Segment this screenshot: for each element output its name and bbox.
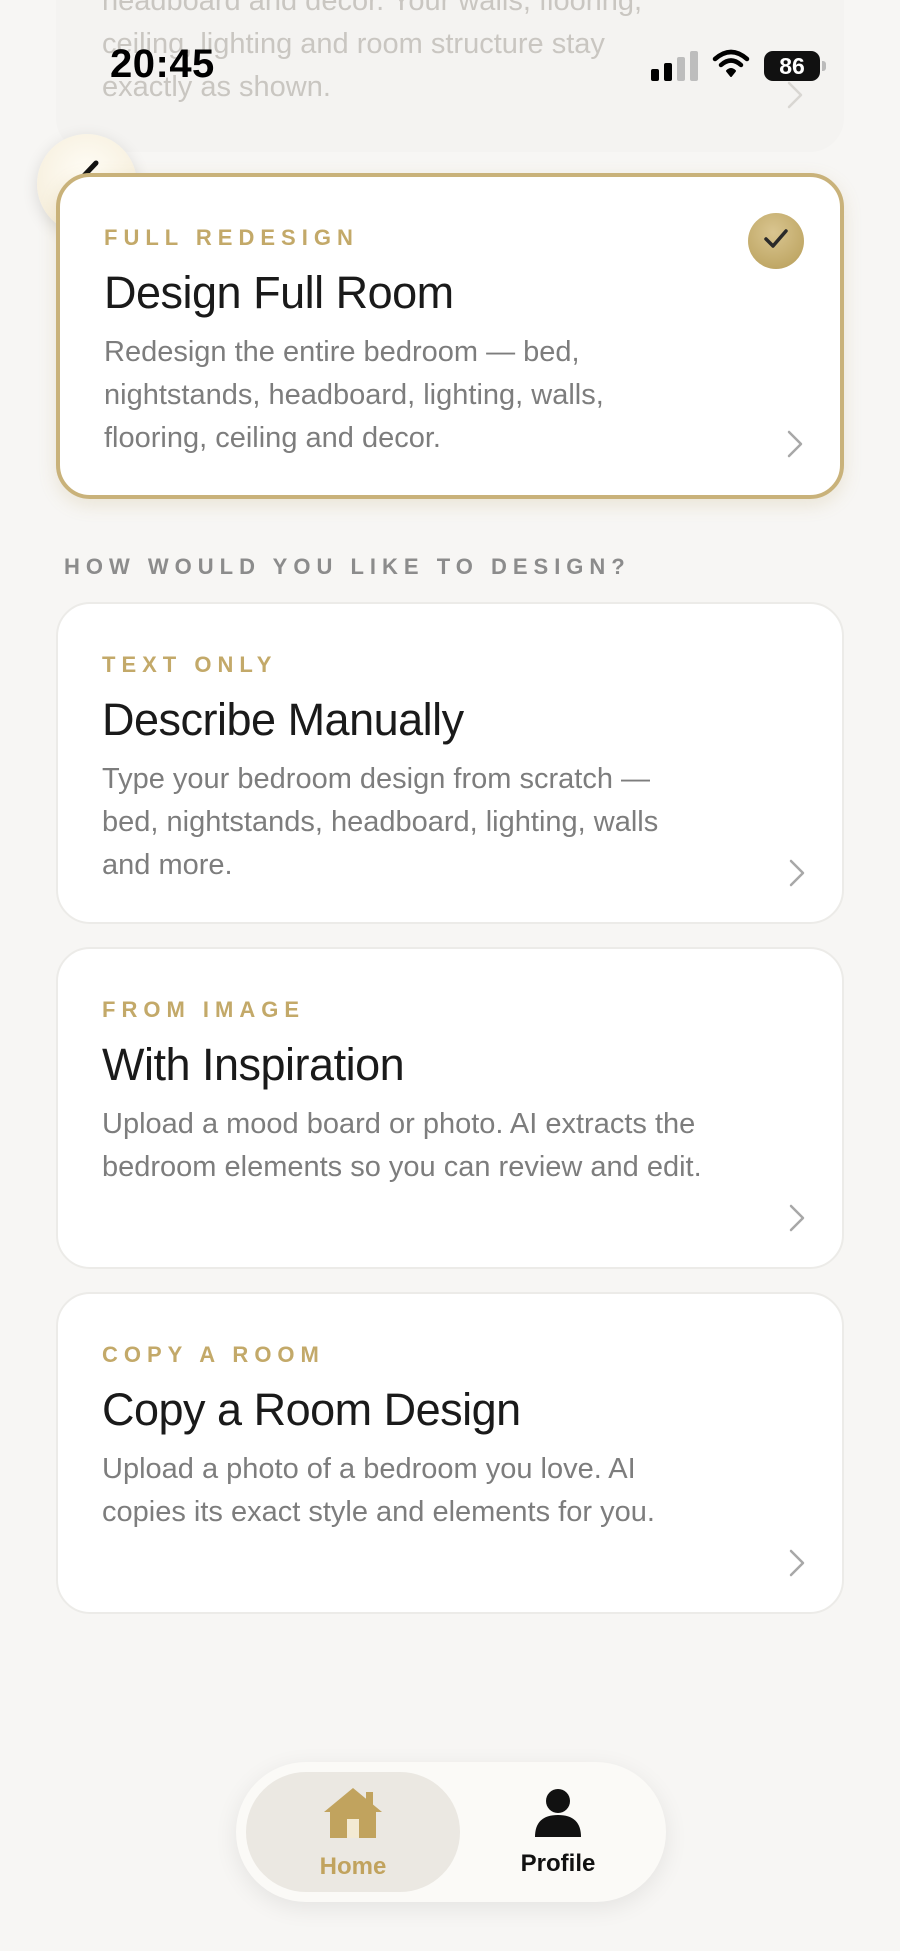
checkmark-icon [763,228,789,255]
tab-profile[interactable]: Profile [460,1772,656,1892]
card-tag: FULL REDESIGN [104,225,359,250]
tab-home[interactable]: Home [246,1772,460,1892]
card-tag: FROM IMAGE [102,997,305,1022]
person-icon [533,1787,583,1844]
card-title: Design Full Room [104,267,454,318]
card-title: With Inspiration [102,1039,405,1090]
card-description: Upload a photo of a bedroom you love. AI… [102,1453,655,1528]
card-tag: COPY A ROOM [102,1342,325,1367]
battery-icon: 86 [764,50,826,81]
option-card-from-image[interactable]: FROM IMAGE With Inspiration Upload a moo… [56,947,844,1269]
card-description: Redesign the entire bedroom — bed, night… [104,336,604,454]
chevron-right-icon [786,429,804,464]
option-card-full-redesign[interactable]: FULL REDESIGN Design Full Room Redesign … [56,173,844,499]
card-tag: TEXT ONLY [102,652,278,677]
card-description: Upload a mood board or photo. AI extract… [102,1108,702,1183]
home-icon [320,1784,386,1847]
chevron-right-icon [788,1203,806,1238]
chevron-right-icon [786,80,804,115]
option-card-copy-a-room[interactable]: COPY A ROOM Copy a Room Design Upload a … [56,1292,844,1614]
section-label: HOW WOULD YOU LIKE TO DESIGN? [64,554,631,579]
tab-profile-label: Profile [520,1849,596,1877]
bottom-tab-bar: Home Profile [236,1762,666,1902]
option-card-text-only[interactable]: TEXT ONLY Describe Manually Type your be… [56,602,844,924]
signal-icon [651,50,698,81]
chevron-right-icon [788,1548,806,1583]
chevron-right-icon [788,858,806,893]
status-icons: 86 [651,48,826,83]
card-title: Copy a Room Design [102,1384,521,1435]
tab-home-label: Home [319,1852,387,1880]
card-description: Type your bedroom design from scratch — … [102,763,659,881]
status-time: 20:45 [110,42,215,86]
card-title: Describe Manually [102,694,464,745]
selected-check-badge [748,213,804,269]
wifi-icon [712,48,750,83]
